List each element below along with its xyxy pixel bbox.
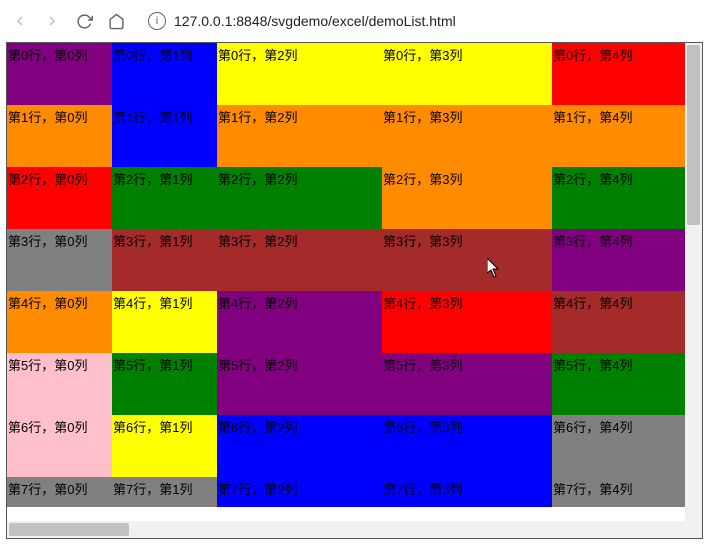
grid-cell[interactable]: 第4行，第0列 xyxy=(7,291,112,353)
grid-row: 第6行，第0列第6行，第1列第6行，第2列第6行，第3列第6行，第4列 xyxy=(7,415,703,477)
grid-cell[interactable]: 第7行，第4列 xyxy=(552,477,687,507)
scroll-corner xyxy=(685,521,702,538)
grid-cell[interactable]: 第7行，第3列 xyxy=(382,477,552,507)
info-icon: i xyxy=(148,12,166,30)
grid-cell[interactable]: 第2行，第0列 xyxy=(7,167,112,229)
grid-row: 第3行，第0列第3行，第1列第3行，第2列第3行，第3列第3行，第4列 xyxy=(7,229,703,291)
grid-cell[interactable]: 第3行，第1列 xyxy=(112,229,217,291)
grid-cell[interactable]: 第6行，第0列 xyxy=(7,415,112,477)
grid-cell[interactable]: 第0行，第1列 xyxy=(112,43,217,105)
grid-cell[interactable]: 第2行，第1列 xyxy=(112,167,217,229)
reload-button[interactable] xyxy=(74,11,94,31)
grid-cell[interactable]: 第5行，第0列 xyxy=(7,353,112,415)
color-grid: 第0行，第0列第0行，第1列第0行，第2列第0行，第3列第0行，第4列第1行，第… xyxy=(7,43,703,507)
grid-row: 第5行，第0列第5行，第1列第5行，第2列第5行，第3列第5行，第4列 xyxy=(7,353,703,415)
grid-cell[interactable]: 第0行，第2列 xyxy=(217,43,382,105)
browser-toolbar: i 127.0.0.1:8848/svgdemo/excel/demoList.… xyxy=(0,0,710,42)
grid-cell[interactable]: 第6行，第2列 xyxy=(217,415,382,477)
vertical-scroll-thumb[interactable] xyxy=(687,45,700,225)
grid-cell[interactable]: 第0行，第3列 xyxy=(382,43,552,105)
url-text: 127.0.0.1:8848/svgdemo/excel/demoList.ht… xyxy=(174,13,456,29)
grid-cell[interactable]: 第4行，第4列 xyxy=(552,291,687,353)
grid-cell[interactable]: 第6行，第3列 xyxy=(382,415,552,477)
grid-cell[interactable]: 第3行，第3列 xyxy=(382,229,552,291)
grid-cell[interactable]: 第6行，第1列 xyxy=(112,415,217,477)
grid-cell[interactable]: 第2行，第3列 xyxy=(382,167,552,229)
grid-cell[interactable]: 第4行，第2列 xyxy=(217,291,382,353)
grid-cell[interactable]: 第6行，第4列 xyxy=(552,415,687,477)
grid-row: 第1行，第0列第1行，第1列第1行，第2列第1行，第3列第1行，第4列 xyxy=(7,105,703,167)
grid-cell[interactable]: 第3行，第0列 xyxy=(7,229,112,291)
grid-cell[interactable]: 第5行，第2列 xyxy=(217,353,382,415)
home-button[interactable] xyxy=(106,11,126,31)
grid-row: 第7行，第0列第7行，第1列第7行，第2列第7行，第3列第7行，第4列 xyxy=(7,477,703,507)
grid-cell[interactable]: 第0行，第0列 xyxy=(7,43,112,105)
grid-cell[interactable]: 第5行，第3列 xyxy=(382,353,552,415)
grid-cell[interactable]: 第7行，第2列 xyxy=(217,477,382,507)
grid-cell[interactable]: 第7行，第1列 xyxy=(112,477,217,507)
horizontal-scrollbar[interactable] xyxy=(7,521,685,538)
grid-cell[interactable]: 第1行，第3列 xyxy=(382,105,552,167)
grid-cell[interactable]: 第5行，第1列 xyxy=(112,353,217,415)
grid-cell[interactable]: 第7行，第0列 xyxy=(7,477,112,507)
horizontal-scroll-thumb[interactable] xyxy=(9,523,129,536)
grid-cell[interactable]: 第4行，第3列 xyxy=(382,291,552,353)
address-bar[interactable]: i 127.0.0.1:8848/svgdemo/excel/demoList.… xyxy=(138,8,700,34)
grid-cell[interactable]: 第2行，第4列 xyxy=(552,167,687,229)
page-viewport: 第0行，第0列第0行，第1列第0行，第2列第0行，第3列第0行，第4列第1行，第… xyxy=(6,42,703,539)
grid-cell[interactable]: 第0行，第4列 xyxy=(552,43,687,105)
forward-button[interactable] xyxy=(42,11,62,31)
back-button[interactable] xyxy=(10,11,30,31)
grid-cell[interactable]: 第1行，第0列 xyxy=(7,105,112,167)
grid-cell[interactable]: 第2行，第2列 xyxy=(217,167,382,229)
vertical-scrollbar[interactable] xyxy=(685,43,702,521)
grid-row: 第2行，第0列第2行，第1列第2行，第2列第2行，第3列第2行，第4列 xyxy=(7,167,703,229)
grid-cell[interactable]: 第1行，第1列 xyxy=(112,105,217,167)
grid-cell[interactable]: 第3行，第4列 xyxy=(552,229,687,291)
grid-row: 第4行，第0列第4行，第1列第4行，第2列第4行，第3列第4行，第4列 xyxy=(7,291,703,353)
grid-cell[interactable]: 第1行，第4列 xyxy=(552,105,687,167)
grid-cell[interactable]: 第1行，第2列 xyxy=(217,105,382,167)
grid-cell[interactable]: 第3行，第2列 xyxy=(217,229,382,291)
grid-cell[interactable]: 第5行，第4列 xyxy=(552,353,687,415)
grid-row: 第0行，第0列第0行，第1列第0行，第2列第0行，第3列第0行，第4列 xyxy=(7,43,703,105)
grid-cell[interactable]: 第4行，第1列 xyxy=(112,291,217,353)
